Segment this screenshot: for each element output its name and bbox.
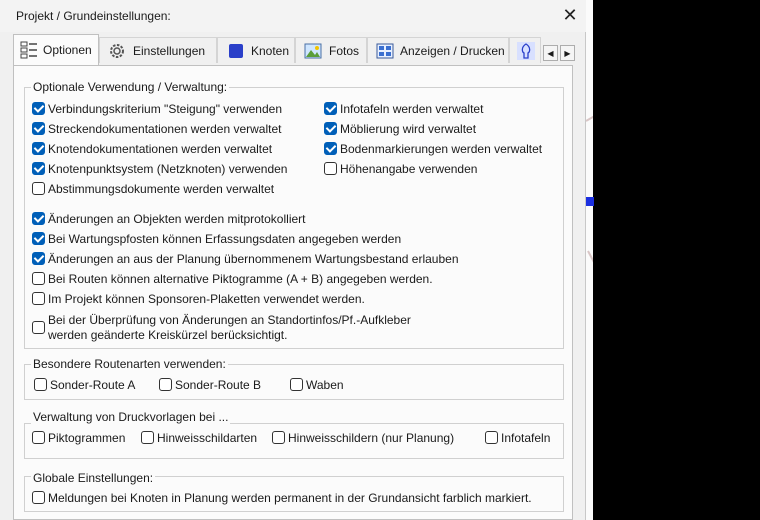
checkbox-label: Änderungen an Objekten werden mitprotoko… bbox=[48, 212, 306, 226]
checkbox-box[interactable] bbox=[32, 252, 45, 265]
checkbox-label: Sonder-Route A bbox=[50, 378, 136, 392]
tab-label: Optionen bbox=[43, 43, 92, 57]
background-dark-area bbox=[593, 0, 760, 520]
tab-optionen[interactable]: Optionen bbox=[13, 34, 99, 65]
checkbox-box[interactable] bbox=[32, 491, 45, 504]
tab-label: Knoten bbox=[251, 44, 290, 58]
checkbox-label: Möblierung wird verwaltet bbox=[340, 122, 477, 136]
checkbox-label: Infotafeln werden verwaltet bbox=[340, 102, 484, 116]
checkbox-label: Verbindungskriterium "Steigung" verwende… bbox=[48, 102, 282, 116]
checkbox-box[interactable] bbox=[32, 102, 45, 115]
checkbox-label: Bei Wartungspfosten können Erfassungsdat… bbox=[48, 232, 402, 246]
checkbox-box[interactable] bbox=[141, 431, 154, 444]
group-title: Verwaltung von Druckvorlagen bei ... bbox=[31, 410, 231, 424]
photo-icon bbox=[304, 43, 322, 59]
map-marker bbox=[586, 197, 594, 206]
checkbox-box[interactable] bbox=[32, 272, 45, 285]
checkbox-label: Höhenangabe verwenden bbox=[340, 162, 478, 176]
checkbox-label: Knotendokumentationen werden verwaltet bbox=[48, 142, 273, 156]
checkbox-label: Sonder-Route B bbox=[175, 378, 262, 392]
tab-anzeigen-drucken[interactable]: Anzeigen / Drucken bbox=[367, 37, 509, 63]
checkbox-box[interactable] bbox=[324, 122, 337, 135]
window-title: Projekt / Grundeinstellungen: bbox=[16, 9, 171, 23]
group-title: Globale Einstellungen: bbox=[31, 471, 156, 485]
tree-icon bbox=[517, 42, 535, 60]
checkbox-label: Piktogrammen bbox=[48, 431, 126, 445]
checkbox-box[interactable] bbox=[485, 431, 498, 444]
checkbox-label: Änderungen an aus der Planung übernommen… bbox=[48, 252, 459, 266]
tab-panel-optionen: Optionale Verwendung / Verwaltung: Verbi… bbox=[13, 65, 573, 520]
checkbox-box[interactable] bbox=[32, 182, 45, 195]
checkbox-label: Meldungen bei Knoten in Planung werden p… bbox=[48, 491, 532, 505]
checkbox-box[interactable] bbox=[32, 431, 45, 444]
tab-label: Fotos bbox=[329, 44, 360, 58]
checkbox-box[interactable] bbox=[32, 232, 45, 245]
tab-label: Einstellungen bbox=[133, 44, 206, 58]
tab-bar: Optionen Einstellungen Knoten Fotos Anze… bbox=[13, 34, 579, 65]
checkbox-label: Im Projekt können Sponsoren-Plaketten ve… bbox=[48, 292, 365, 306]
checkbox-label: Hinweisschildarten bbox=[157, 431, 258, 445]
print-view-icon bbox=[376, 43, 394, 59]
gear-icon bbox=[110, 44, 124, 58]
group-title: Optionale Verwendung / Verwaltung: bbox=[31, 80, 230, 94]
checkbox-box[interactable] bbox=[32, 212, 45, 225]
group-title: Besondere Routenarten verwenden: bbox=[31, 357, 228, 371]
tab-scroll-left-button[interactable]: ◀ bbox=[543, 45, 558, 61]
options-list-icon bbox=[20, 41, 37, 59]
checkbox-label: Abstimmungsdokumente werden verwaltet bbox=[48, 182, 275, 196]
tab-einstellungen[interactable]: Einstellungen bbox=[99, 37, 217, 63]
close-icon[interactable]: ✕ bbox=[557, 4, 583, 28]
checkbox-label: Hinweisschildern (nur Planung) bbox=[288, 431, 455, 445]
checkbox-label: Streckendokumentationen werden verwaltet bbox=[48, 122, 282, 136]
tab-label: Anzeigen / Drucken bbox=[400, 44, 505, 58]
checkbox-box[interactable] bbox=[32, 292, 45, 305]
checkbox-box[interactable] bbox=[324, 162, 337, 175]
node-square-icon bbox=[229, 44, 243, 58]
checkbox-label: werden geänderte Kreiskürzel berücksicht… bbox=[48, 328, 288, 342]
checkbox-box[interactable] bbox=[34, 378, 47, 391]
checkbox-label: Bodenmarkierungen werden verwaltet bbox=[340, 142, 543, 156]
tab-tree[interactable] bbox=[509, 37, 541, 63]
tab-knoten[interactable]: Knoten bbox=[217, 37, 295, 63]
tab-scroll-right-button[interactable]: ▶ bbox=[560, 45, 575, 61]
checkbox-box[interactable] bbox=[324, 142, 337, 155]
checkbox-label: Infotafeln bbox=[501, 431, 551, 445]
checkbox-label: Bei Routen können alternative Piktogramm… bbox=[48, 272, 433, 286]
tab-fotos[interactable]: Fotos bbox=[295, 37, 367, 63]
checkbox-label: Knotenpunktsystem (Netzknoten) verwenden bbox=[48, 162, 288, 176]
checkbox-box[interactable] bbox=[32, 162, 45, 175]
checkbox-label: Waben bbox=[306, 378, 344, 392]
title-bar: Projekt / Grundeinstellungen: ✕ bbox=[0, 0, 586, 32]
checkbox-box[interactable] bbox=[159, 378, 172, 391]
settings-dialog: Projekt / Grundeinstellungen: ✕ Optionen… bbox=[0, 0, 586, 520]
checkbox-box[interactable] bbox=[32, 122, 45, 135]
checkbox-box[interactable] bbox=[32, 142, 45, 155]
checkbox-box[interactable] bbox=[32, 321, 45, 334]
checkbox-box[interactable] bbox=[272, 431, 285, 444]
checkbox-label: Bei der Überprüfung von Änderungen an St… bbox=[48, 313, 411, 327]
checkbox-box[interactable] bbox=[324, 102, 337, 115]
checkbox-box[interactable] bbox=[290, 378, 303, 391]
